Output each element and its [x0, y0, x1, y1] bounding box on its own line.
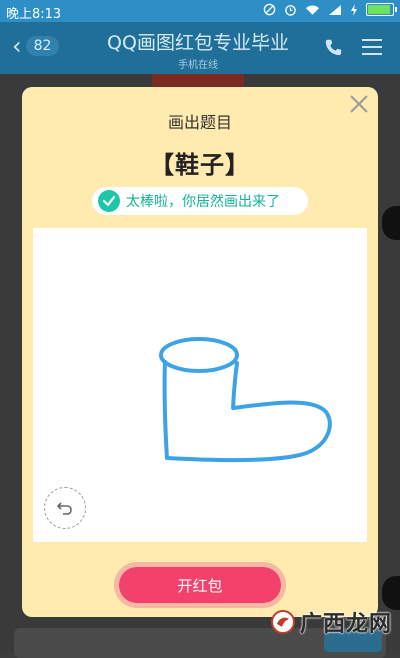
chat-title: QQ画图红包专业毕业 手机在线 [88, 28, 308, 71]
chat-bubble-edge [382, 576, 400, 610]
success-text: 太棒啦，你居然画出来了 [126, 194, 280, 210]
drawing-result-dialog: 画出题目 【鞋子】 太棒啦，你居然画出来了 开红包 [22, 87, 378, 617]
wifi-icon [305, 4, 320, 15]
answer-word: 【鞋子】 [150, 151, 250, 179]
chevron-left-icon: ‹ [12, 32, 22, 60]
menu-icon[interactable] [362, 39, 382, 55]
chat-subtitle: 手机在线 [178, 60, 218, 71]
chat-title-text: QQ画图红包专业毕业 [107, 32, 289, 54]
signal-icon [329, 4, 341, 15]
drawing-canvas [33, 228, 367, 542]
alarm-icon [285, 5, 296, 16]
charging-icon [351, 3, 357, 16]
undo-icon [56, 502, 72, 515]
site-logo-icon [270, 610, 295, 634]
chat-bubble-edge [382, 206, 400, 240]
status-bar: 晚上8:13 [0, 0, 400, 22]
watermark: 广西龙网 [270, 606, 392, 638]
battery-icon [366, 3, 397, 16]
boot-drawing [159, 337, 332, 462]
unread-count-badge: 82 [25, 36, 60, 56]
status-icons [263, 3, 397, 16]
watermark-text: 广西龙网 [299, 612, 392, 637]
undo-button[interactable] [44, 487, 86, 529]
do-not-disturb-icon [263, 3, 276, 16]
red-envelope-message [152, 74, 244, 88]
check-circle-icon [98, 190, 120, 212]
back-button[interactable]: ‹ 82 [12, 32, 60, 60]
success-message: 太棒啦，你居然画出来了 [92, 187, 308, 215]
status-time: 晚上8:13 [6, 7, 62, 22]
open-red-envelope-button[interactable]: 开红包 [119, 567, 281, 603]
phone-icon[interactable] [324, 38, 342, 56]
dialog-heading: 画出题目 [167, 113, 232, 132]
chat-title-bar: ‹ 82 QQ画图红包专业毕业 手机在线 [0, 22, 400, 74]
